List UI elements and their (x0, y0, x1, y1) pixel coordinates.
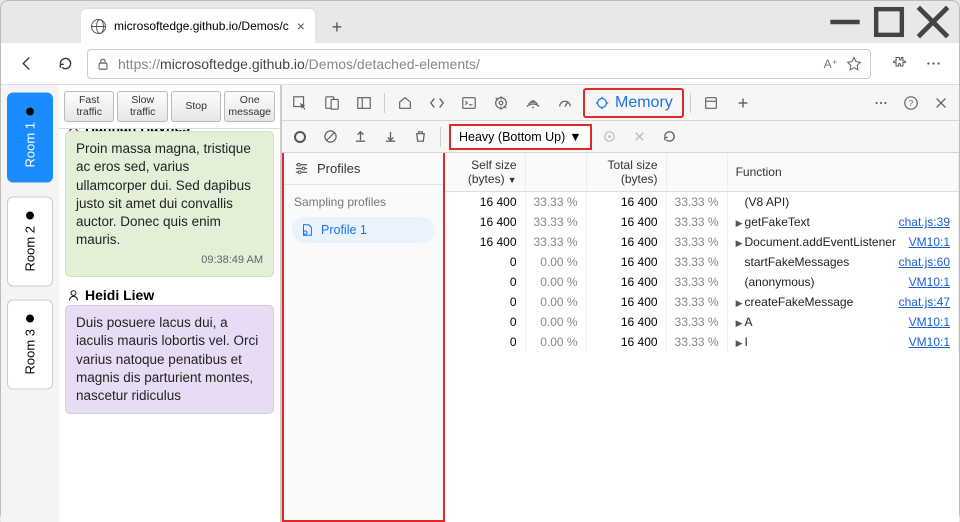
url-text: https://microsoftedge.github.io/Demos/de… (118, 56, 480, 72)
reader-icon[interactable]: A⁺ (824, 57, 838, 71)
devtools-help-icon[interactable]: ? (897, 89, 925, 117)
table-row[interactable]: 00.00 %16 40033.33 %▶IVM10:1 (445, 332, 959, 352)
source-link[interactable]: VM10:1 (909, 275, 950, 289)
tab-close-icon[interactable]: × (297, 18, 305, 34)
devtools-close-icon[interactable] (927, 89, 955, 117)
message-time: 09:38:49 AM (76, 253, 263, 268)
memory-icon (594, 95, 610, 111)
source-link[interactable]: VM10:1 (909, 235, 950, 249)
table-row[interactable]: 16 40033.33 %16 40033.33 %▶Document.addE… (445, 232, 959, 252)
profile-table[interactable]: Self size (bytes)▼ Total size (bytes) Fu… (445, 153, 959, 522)
welcome-tab-icon[interactable] (391, 89, 419, 117)
table-row[interactable]: 16 40033.33 %16 40033.33 %▶(V8 API) (445, 192, 959, 213)
window-maximize-button[interactable] (867, 7, 911, 37)
view-selector[interactable]: Heavy (Bottom Up) ▼ (449, 124, 592, 150)
export-button[interactable] (348, 125, 372, 149)
clear-focus-button[interactable] (628, 125, 652, 149)
dropdown-icon: ▼ (569, 130, 581, 144)
elements-tab-icon[interactable] (423, 89, 451, 117)
fast-traffic-button[interactable]: Fast traffic (64, 91, 114, 122)
svg-text:?: ? (909, 99, 914, 108)
view-label: Heavy (Bottom Up) (459, 130, 565, 144)
address-bar: https://microsoftedge.github.io/Demos/de… (1, 43, 959, 85)
panel-layout-icon[interactable] (350, 89, 378, 117)
sources-tab-icon[interactable] (487, 89, 515, 117)
profile-icon (300, 223, 314, 237)
table-row[interactable]: 00.00 %16 40033.33 %▶startFakeMessagesch… (445, 252, 959, 272)
profile-label: Profile 1 (321, 223, 367, 237)
table-row[interactable]: 00.00 %16 40033.33 %▶createFakeMessagech… (445, 292, 959, 312)
menu-button[interactable] (917, 48, 949, 80)
slow-traffic-button[interactable]: Slow traffic (117, 91, 167, 122)
table-row[interactable]: 00.00 %16 40033.33 %▶AVM10:1 (445, 312, 959, 332)
network-tab-icon[interactable] (519, 89, 547, 117)
profiles-sidebar: Profiles Sampling profiles Profile 1 (282, 153, 445, 522)
one-message-button[interactable]: One message (224, 91, 275, 122)
memory-tab-label: Memory (615, 94, 673, 112)
stop-button[interactable]: Stop (171, 91, 221, 122)
globe-icon (91, 19, 106, 34)
delete-button[interactable] (408, 125, 432, 149)
devtools-tabbar: Memory ? (282, 85, 959, 121)
table-row[interactable]: 00.00 %16 40033.33 %▶(anonymous)VM10:1 (445, 272, 959, 292)
clear-button[interactable] (318, 125, 342, 149)
gc-button[interactable] (658, 125, 682, 149)
message-body: Duis posuere lacus dui, a iaculis mauris… (65, 305, 274, 414)
source-link[interactable]: VM10:1 (909, 335, 950, 349)
room-tabs: Room 1 Room 2 Room 3 (1, 85, 59, 522)
chat-list: Hannah HaynesProin massa magna, tristiqu… (59, 129, 280, 522)
back-button[interactable] (11, 48, 43, 80)
new-tab-button[interactable]: + (321, 11, 353, 43)
device-toggle-icon[interactable] (318, 89, 346, 117)
extensions-button[interactable] (883, 48, 915, 80)
source-link[interactable]: chat.js:47 (899, 295, 950, 309)
browser-tab[interactable]: microsoftedge.github.io/Demos/c × (81, 9, 315, 43)
chat-toolbar: Fast traffic Slow traffic Stop One messa… (59, 85, 280, 129)
table-row[interactable]: 16 40033.33 %16 40033.33 %▶getFakeTextch… (445, 212, 959, 232)
focus-button[interactable] (598, 125, 622, 149)
application-tab-icon[interactable] (697, 89, 725, 117)
room-tab[interactable]: Room 3 (7, 300, 53, 390)
message-body: Proin massa magna, tristique ac eros sed… (65, 131, 274, 277)
chat-panel: Room 1 Room 2 Room 3 Fast traffic Slow tra… (1, 85, 281, 522)
window-titlebar: microsoftedge.github.io/Demos/c × + (1, 1, 959, 43)
tab-title: microsoftedge.github.io/Demos/c (114, 19, 289, 33)
memory-tab[interactable]: Memory (583, 88, 684, 118)
refresh-button[interactable] (49, 48, 81, 80)
window-minimize-button[interactable] (823, 7, 867, 37)
col-self[interactable]: Self size (bytes)▼ (445, 153, 525, 192)
import-button[interactable] (378, 125, 402, 149)
source-link[interactable]: VM10:1 (909, 315, 950, 329)
lock-icon (96, 57, 110, 71)
room-tab[interactable]: Room 1 (7, 93, 53, 183)
devtools-panel: Memory ? Heavy (Bottom Up) ▼ (281, 85, 959, 522)
window-close-button[interactable] (911, 7, 955, 37)
message-user: Heidi Liew (65, 283, 274, 305)
profile-item[interactable]: Profile 1 (292, 217, 435, 243)
profiles-header: Profiles (317, 161, 360, 176)
console-tab-icon[interactable] (455, 89, 483, 117)
room-tab[interactable]: Room 2 (7, 197, 53, 287)
col-total[interactable]: Total size (bytes) (586, 153, 666, 192)
devtools-more-icon[interactable] (867, 89, 895, 117)
more-tabs-button[interactable] (729, 89, 757, 117)
favorite-icon[interactable] (846, 56, 862, 72)
record-button[interactable] (288, 125, 312, 149)
performance-tab-icon[interactable] (551, 89, 579, 117)
source-link[interactable]: chat.js:39 (899, 215, 950, 229)
inspect-element-icon[interactable] (286, 89, 314, 117)
filter-icon (294, 161, 309, 176)
source-link[interactable]: chat.js:60 (899, 255, 950, 269)
profiles-subheader: Sampling profiles (284, 185, 443, 213)
url-box[interactable]: https://microsoftedge.github.io/Demos/de… (87, 49, 871, 79)
memory-toolbar: Heavy (Bottom Up) ▼ (282, 121, 959, 153)
col-function[interactable]: Function (727, 153, 958, 192)
